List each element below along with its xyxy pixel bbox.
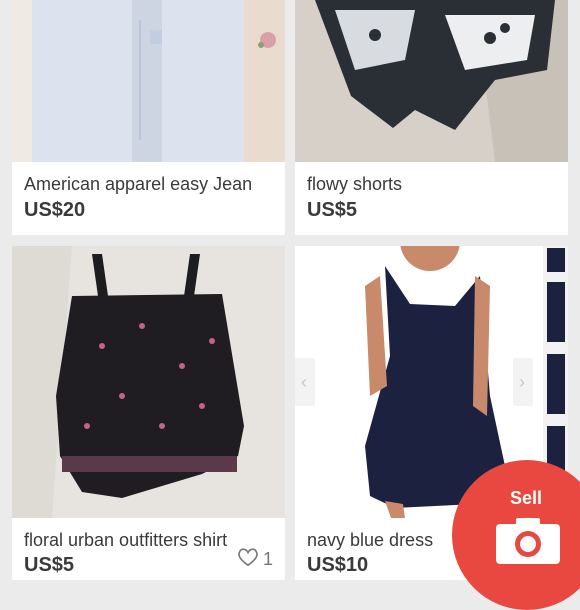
- listing-card-jean[interactable]: American apparel easy Jean US$20: [12, 0, 285, 235]
- listing-title[interactable]: American apparel easy Jean: [24, 174, 252, 195]
- svg-text:›: ›: [519, 372, 525, 392]
- listing-price: US$5: [307, 199, 358, 221]
- like-control[interactable]: 1: [237, 547, 273, 572]
- svg-text:‹: ‹: [301, 372, 307, 392]
- heart-icon[interactable]: [237, 547, 259, 572]
- sell-button-label[interactable]: Sell: [510, 488, 542, 509]
- listing-card-shorts[interactable]: flowy shorts US$5: [295, 0, 568, 235]
- listing-title[interactable]: navy blue dress: [307, 530, 433, 551]
- listing-photo[interactable]: [295, 0, 568, 162]
- listing-card-floral-shirt[interactable]: floral urban outfitters shirt US$5 1: [12, 246, 285, 580]
- like-count: 1: [262, 549, 273, 569]
- listing-title[interactable]: flowy shorts: [307, 174, 402, 195]
- listing-photo[interactable]: [12, 0, 285, 162]
- listing-photo[interactable]: [12, 246, 285, 518]
- listing-price: US$5: [24, 554, 75, 576]
- camera-icon[interactable]: [494, 516, 562, 571]
- listing-price: US$10: [307, 554, 369, 576]
- listing-price: US$20: [24, 199, 86, 221]
- listing-title[interactable]: floral urban outfitters shirt: [24, 530, 227, 551]
